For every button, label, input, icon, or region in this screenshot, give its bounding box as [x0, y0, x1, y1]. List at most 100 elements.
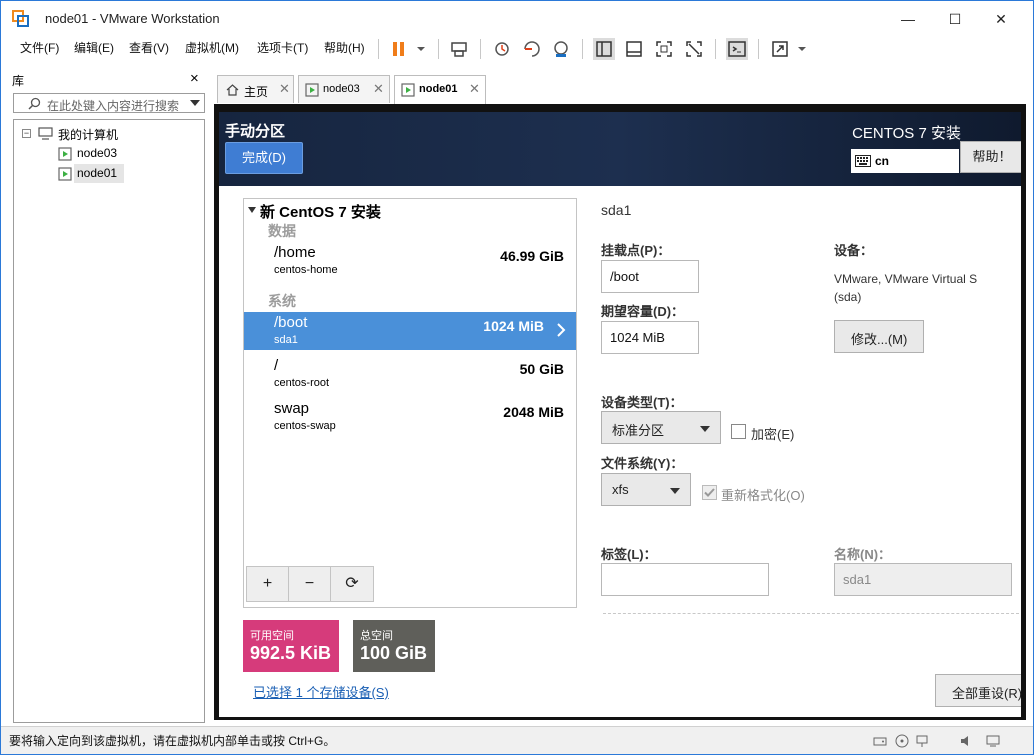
vm-icon	[58, 147, 72, 161]
device-type-value: 标准分区	[612, 423, 665, 438]
installer-screen: 手动分区 完成(D) CENTOS 7 安装 cn 帮助！ 新 CentOS 7…	[219, 112, 1021, 717]
library-search-input[interactable]: 在此处键入内容进行搜索	[13, 93, 205, 113]
menu-view[interactable]: 查看(V)	[129, 39, 169, 56]
tree-vm-node03[interactable]: node03	[77, 146, 117, 160]
mount-point-input[interactable]: /boot	[601, 260, 699, 293]
product-title: CENTOS 7 安装	[852, 125, 961, 142]
tab-close-icon[interactable]: ✕	[279, 81, 290, 97]
menu-help[interactable]: 帮助(H)	[324, 39, 365, 56]
vmware-logo-icon	[12, 10, 29, 27]
tab-close-icon[interactable]: ✕	[469, 81, 480, 97]
tree-vm-node01[interactable]: node01	[77, 166, 117, 180]
device-type-select[interactable]: 标准分区	[601, 411, 721, 444]
console-icon[interactable]	[726, 38, 748, 60]
snapshot-manager-icon[interactable]	[550, 38, 572, 60]
minimize-button[interactable]: —	[898, 9, 918, 29]
name-input: sda1	[834, 563, 1012, 596]
filesystem-value: xfs	[612, 482, 629, 497]
snapshot-icon[interactable]	[491, 38, 513, 60]
device-name: centos-root	[274, 377, 330, 389]
chevron-down-icon[interactable]	[410, 38, 432, 60]
menu-file[interactable]: 文件(F)	[20, 39, 59, 56]
menu-bar: 文件(F) 编辑(E) 查看(V) 虚拟机(M) 选项卡(T) 帮助(H)	[1, 35, 1033, 63]
toolbar-separator	[480, 39, 481, 59]
partition-item[interactable]: / centos-root 50 GiB	[244, 355, 576, 393]
tab-strip: 主页 ✕ node03 ✕ node01 ✕	[213, 71, 1033, 104]
reset-all-button[interactable]: 全部重设(R)	[935, 674, 1021, 707]
keyboard-layout-indicator[interactable]: cn	[851, 149, 959, 173]
keyboard-icon	[855, 155, 871, 167]
device-label: 设备：	[834, 243, 874, 258]
vm-console[interactable]: 手动分区 完成(D) CENTOS 7 安装 cn 帮助！ 新 CentOS 7…	[214, 104, 1026, 720]
sound-icon[interactable]	[959, 734, 973, 748]
total-space-value: 100 GiB	[360, 643, 428, 663]
partition-size: 1024 MiB	[483, 318, 544, 334]
partition-item-selected[interactable]: /boot sda1 1024 MiB	[244, 312, 576, 350]
network-icon[interactable]	[915, 734, 929, 748]
filesystem-select[interactable]: xfs	[601, 473, 691, 506]
close-button[interactable]: ✕	[991, 9, 1011, 29]
tab-node03[interactable]: node03 ✕	[298, 75, 390, 103]
device-name: centos-home	[274, 264, 338, 276]
unity-icon[interactable]	[683, 38, 705, 60]
chevron-down-icon[interactable]	[190, 100, 200, 106]
storage-devices-link[interactable]: 已选择 1 个存储设备(S)	[253, 682, 389, 701]
hard-disk-icon[interactable]	[873, 734, 887, 748]
toolbar-separator	[438, 39, 439, 59]
screen-title: 手动分区	[225, 123, 286, 140]
refresh-button[interactable]: ⟳	[331, 567, 373, 601]
maximize-button[interactable]: ☐	[945, 9, 965, 29]
fullscreen-icon[interactable]	[653, 38, 675, 60]
partition-size: 2048 MiB	[503, 404, 564, 420]
tag-input[interactable]	[601, 563, 769, 596]
expand-icon[interactable]	[248, 207, 256, 213]
add-partition-button[interactable]: +	[247, 567, 289, 601]
installer-header: 手动分区 完成(D) CENTOS 7 安装 cn 帮助！	[219, 112, 1021, 186]
capacity-input[interactable]: 1024 MiB	[601, 321, 699, 354]
menu-vm[interactable]: 虚拟机(M)	[185, 39, 239, 56]
partition-item[interactable]: /home centos-home 46.99 GiB	[244, 242, 576, 280]
menu-tabs[interactable]: 选项卡(T)	[257, 39, 308, 56]
stretch-icon[interactable]	[769, 38, 791, 60]
display-icon[interactable]	[986, 734, 1000, 748]
total-space-label: 总空间	[360, 630, 393, 642]
reformat-checkbox[interactable]	[702, 485, 717, 500]
divider	[603, 613, 1019, 614]
send-keys-icon[interactable]	[448, 38, 470, 60]
partition-item[interactable]: swap centos-swap 2048 MiB	[244, 398, 576, 436]
install-root: 新 CentOS 7 安装	[260, 204, 381, 221]
total-space: 总空间 100 GiB	[353, 620, 435, 672]
device-value-sub: (sda)	[834, 290, 862, 304]
revert-snapshot-icon[interactable]	[521, 38, 543, 60]
title-bar: node01 - VMware Workstation — ☐ ✕	[1, 1, 1033, 35]
library-close-icon[interactable]: ×	[190, 70, 199, 87]
tab-node01[interactable]: node01 ✕	[394, 75, 486, 104]
pause-icon[interactable]	[388, 38, 410, 60]
help-button[interactable]: 帮助！	[960, 141, 1021, 173]
thumbnail-view-icon[interactable]	[623, 38, 645, 60]
device-type-label: 设备类型(T)：	[601, 395, 683, 410]
library-view-icon[interactable]	[593, 38, 615, 60]
tag-label: 标签(L)：	[601, 547, 657, 562]
chevron-right-icon	[557, 323, 566, 337]
menu-edit[interactable]: 编辑(E)	[74, 39, 114, 56]
cd-icon[interactable]	[895, 734, 909, 748]
toolbar-separator	[715, 39, 716, 59]
encrypt-checkbox[interactable]	[731, 424, 746, 439]
search-icon	[28, 97, 41, 110]
mount-point: /boot	[274, 314, 308, 331]
chevron-down-icon[interactable]	[791, 38, 813, 60]
mount-point: /home	[274, 244, 316, 261]
collapse-icon[interactable]: −	[22, 129, 31, 138]
remove-partition-button[interactable]: −	[289, 567, 331, 601]
tab-home[interactable]: 主页 ✕	[217, 75, 294, 103]
home-icon	[226, 84, 239, 96]
tree-my-computer[interactable]: 我的计算机	[58, 126, 118, 143]
reformat-label: 重新格式化(O)	[721, 488, 805, 503]
done-button[interactable]: 完成(D)	[225, 142, 303, 174]
modify-button[interactable]: 修改...(M)	[834, 320, 924, 353]
tab-close-icon[interactable]: ✕	[373, 81, 384, 97]
available-space-value: 992.5 KiB	[250, 643, 332, 663]
name-label: 名称(N)：	[834, 547, 892, 562]
chevron-down-icon	[670, 488, 680, 494]
